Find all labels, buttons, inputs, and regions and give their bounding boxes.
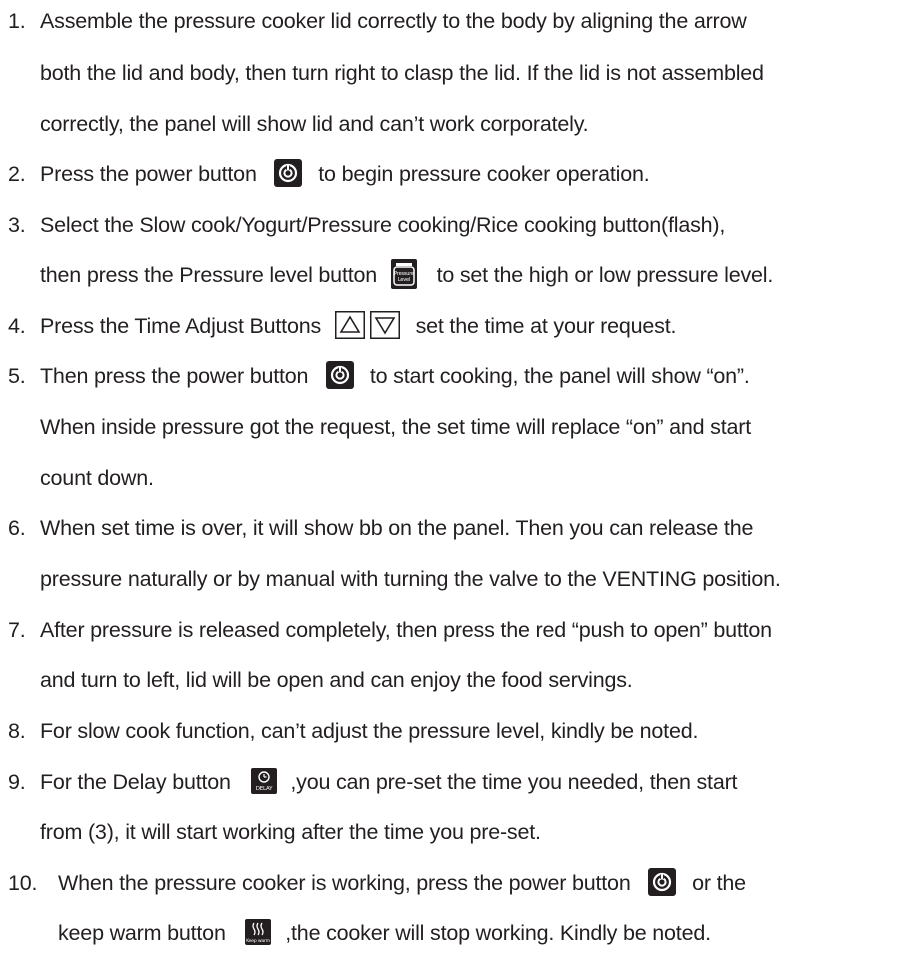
delay-icon-label: DELAY (255, 786, 272, 792)
item-text: correctly, the panel will show lid and c… (40, 112, 589, 136)
item-text-before-icon: Press the Time Adjust Buttons (40, 314, 322, 338)
item-text-after-icon: set the time at your request. (415, 314, 677, 338)
delay-icon: DELAY (250, 768, 277, 795)
triangle-up-icon (334, 311, 365, 340)
item-text: and turn to left, lid will be open and c… (40, 668, 633, 692)
item-text-before-icon: For the Delay button (40, 770, 231, 794)
item-number: 7. (8, 618, 26, 642)
item-text: from (3), it will start working after th… (40, 820, 541, 844)
item-number: 6. (8, 516, 26, 540)
item-text: both the lid and body, then turn right t… (40, 61, 764, 85)
item-text: keep warm button Keep warm ,the cooker w… (58, 915, 711, 951)
item-text: For the Delay button DELAY ,you can pre-… (40, 764, 738, 800)
pressure-level-icon: Pressure Level (390, 259, 417, 290)
power-icon (326, 361, 355, 390)
instructions-document: 1. Assemble the pressure cooker lid corr… (0, 0, 921, 948)
item-number: 4. (8, 314, 26, 338)
item-text: When set time is over, it will show bb o… (40, 516, 754, 540)
keep-warm-icon: Keep warm (245, 919, 272, 946)
item-text: Assemble the pressure cooker lid correct… (40, 9, 747, 33)
item-text-before-icon: Then press the power button (40, 364, 309, 388)
item-text-after-icon: to set the high or low pressure level. (436, 263, 774, 287)
power-icon (274, 159, 303, 188)
power-icon (648, 868, 677, 897)
item-text: Select the Slow cook/Yogurt/Pressure coo… (40, 213, 726, 237)
item-text-before-icon: Press the power button (40, 162, 257, 186)
item-text-before-icon: then press the Pressure level button (40, 263, 377, 287)
item-text: When the pressure cooker is working, pre… (58, 865, 746, 901)
item-number: 1. (8, 9, 26, 33)
item-text-after-icon: or the (692, 871, 746, 895)
keep-warm-icon-label: Keep warm (247, 938, 272, 944)
item-text: Then press the power button to start coo… (40, 358, 750, 394)
item-text-after-icon: ,you can pre-set the time you needed, th… (290, 770, 738, 794)
item-text: For slow cook function, can’t adjust the… (40, 719, 699, 743)
item-text-before-icon: When the pressure cooker is working, pre… (58, 871, 631, 895)
pressure-level-icon-label-2: Level (398, 277, 410, 283)
item-number: 5. (8, 364, 26, 388)
item-text: then press the Pressure level button Pre… (40, 257, 773, 293)
item-text: Press the power button to begin pressure… (40, 156, 650, 192)
item-number: 9. (8, 770, 26, 794)
item-text-after-icon: ,the cooker will stop working. Kindly be… (285, 921, 711, 945)
item-text-after-icon: to begin pressure cooker operation. (318, 162, 650, 186)
item-text: After pressure is released completely, t… (40, 618, 772, 642)
item-text: pressure naturally or by manual with tur… (40, 567, 781, 591)
item-number: 10. (8, 871, 38, 895)
item-text: When inside pressure got the request, th… (40, 415, 751, 439)
item-text-after-icon: to start cooking, the panel will show “o… (369, 364, 750, 388)
item-text: count down. (40, 466, 154, 490)
item-text-before-icon: keep warm button (58, 921, 226, 945)
item-text: Press the Time Adjust Buttons set the ti… (40, 308, 676, 344)
item-number: 2. (8, 162, 26, 186)
item-number: 8. (8, 719, 26, 743)
item-number: 3. (8, 213, 26, 237)
triangle-down-icon (369, 311, 400, 340)
